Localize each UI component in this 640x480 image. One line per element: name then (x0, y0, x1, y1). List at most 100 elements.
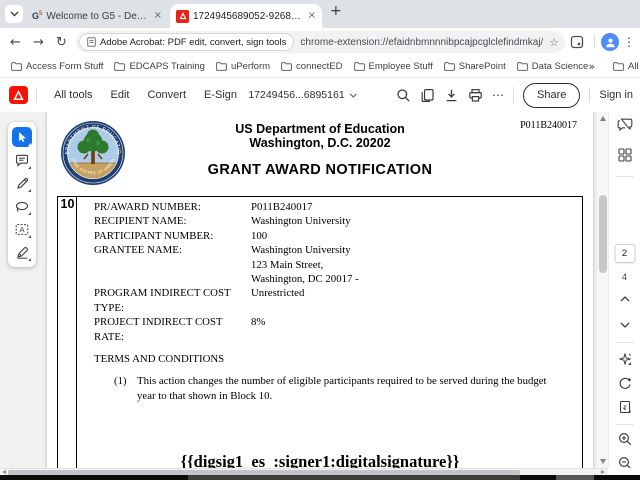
page-thumbnails-button[interactable] (617, 148, 632, 162)
person-icon (605, 38, 615, 47)
forward-button[interactable]: → (27, 35, 50, 50)
bookmarks-overflow-button[interactable]: » (588, 60, 595, 73)
bookmark-item[interactable]: SharePoint (443, 61, 506, 72)
menu-edit[interactable]: Edit (111, 89, 130, 101)
add-text-tool-button[interactable]: A (12, 219, 32, 239)
signature-pen-icon (16, 246, 28, 259)
toolbar-divider (513, 87, 514, 103)
chevron-down-icon (350, 93, 358, 98)
bookmark-item[interactable]: connectED (281, 61, 343, 72)
close-tab-icon[interactable]: × (154, 11, 162, 21)
extensions-button[interactable] (570, 35, 590, 49)
rail-divider (615, 342, 634, 343)
share-button[interactable]: Share (523, 82, 581, 108)
print-icon (469, 88, 482, 102)
pdf-page: DEPARTMENT OF EDUCATION UNITED STATES OF… (47, 112, 593, 468)
chrome-menu-button[interactable]: ⋮ (621, 35, 637, 49)
folder-icon (613, 62, 624, 71)
next-page-button[interactable] (620, 322, 630, 328)
chevron-up-icon (620, 296, 629, 302)
toolbar-divider (594, 35, 595, 49)
bookmark-item[interactable]: EDCAPS Training (114, 61, 205, 72)
zoom-out-button[interactable] (618, 456, 632, 468)
menu-all-tools[interactable]: All tools (54, 89, 93, 101)
scroll-right-arrow[interactable] (601, 470, 605, 474)
acrobat-toolbar: All tools Edit Convert E-Sign 17249456..… (0, 78, 640, 113)
scroll-down-arrow[interactable] (599, 459, 606, 464)
rotate-page-button[interactable] (618, 376, 632, 390)
download-icon (446, 89, 457, 101)
document-name: 17249456...6895161 (248, 89, 345, 101)
bookmark-star-icon[interactable]: ☆ (543, 36, 565, 49)
bookmark-item[interactable]: Data Science (516, 61, 588, 72)
field-row: PROGRAM INDIRECT COST TYPE: Unrestricted (94, 286, 574, 315)
all-bookmarks-button[interactable]: All Bookmarks (613, 61, 640, 72)
menu-convert[interactable]: Convert (148, 89, 187, 101)
field-value: 123 Main Street, (251, 258, 324, 271)
sign-in-button[interactable]: Sign in (599, 89, 633, 101)
acrobat-mark-icon (13, 89, 24, 100)
bookmark-label: SharePoint (458, 61, 506, 72)
tab-g5-welcome[interactable]: G5 Welcome to G5 - Department o × (26, 4, 168, 28)
chevron-down-icon (10, 11, 18, 17)
scroll-left-arrow[interactable] (2, 470, 6, 474)
comment-tool-button[interactable] (12, 150, 32, 170)
pdf-viewer: DEPARTMENT OF EDUCATION UNITED STATES OF… (0, 112, 640, 468)
ai-assistant-button[interactable] (618, 352, 632, 366)
horizontal-scrollbar[interactable] (0, 468, 608, 475)
tab-search-button[interactable] (5, 5, 23, 23)
taskbar-segment (188, 475, 520, 480)
pencil-icon (16, 177, 28, 189)
fill-sign-tool-button[interactable] (12, 242, 32, 262)
zoom-in-icon (618, 432, 631, 446)
draw-tool-button[interactable] (12, 196, 32, 216)
folder-icon (281, 62, 292, 71)
more-tools-button[interactable]: ⋯ (492, 88, 504, 102)
chip-label: Adobe Acrobat: PDF edit, convert, sign t… (100, 36, 287, 48)
current-page-input[interactable]: 2 (614, 244, 635, 263)
vertical-scrollbar-thumb[interactable] (599, 195, 607, 273)
tab-title: Welcome to G5 - Department o (46, 10, 150, 22)
block-10-box: 10 PR/AWARD NUMBER: P011B240017 RECIPIENT… (57, 196, 583, 468)
bookmark-label: EDCAPS Training (129, 61, 205, 72)
grid-icon (617, 148, 632, 162)
scroll-up-arrow[interactable] (599, 116, 606, 121)
rail-footer (608, 468, 640, 475)
acrobat-logo[interactable] (9, 86, 28, 104)
download-button[interactable] (444, 88, 459, 103)
new-tab-button[interactable]: + (330, 3, 342, 19)
address-bar[interactable]: Adobe Acrobat: PDF edit, convert, sign t… (76, 31, 565, 53)
document-header: US Department of Education Washington, D… (47, 122, 593, 178)
field-row: RECIPIENT NAME: Washington University (94, 214, 574, 228)
submenu-corner (627, 362, 631, 365)
terms-heading: TERMS AND CONDITIONS (94, 353, 225, 366)
document-name-dropdown[interactable]: 17249456...6895161 (248, 89, 358, 101)
comments-panel-button[interactable] (617, 118, 633, 132)
page-display-button[interactable] (618, 400, 631, 414)
organize-pages-button[interactable] (420, 88, 435, 103)
field-label: PROGRAM INDIRECT COST TYPE: (94, 287, 231, 314)
menu-esign[interactable]: E-Sign (204, 89, 237, 101)
print-button[interactable] (468, 88, 483, 103)
extension-chip[interactable]: Adobe Acrobat: PDF edit, convert, sign t… (79, 33, 295, 51)
text-box-icon: A (15, 223, 29, 235)
reload-button[interactable]: ↻ (50, 35, 73, 50)
zoom-in-button[interactable] (618, 432, 632, 446)
tab-pdf-active[interactable]: 1724945689052-926895161.pdf × (170, 4, 322, 28)
back-button[interactable]: ← (4, 35, 27, 50)
bookmark-item[interactable]: uPerform (216, 61, 270, 72)
field-value: Washington, DC 20017 - (251, 273, 359, 286)
bookmark-item[interactable]: Access Form Stuff (11, 61, 103, 72)
folder-icon (114, 62, 126, 71)
search-button[interactable] (396, 88, 411, 103)
highlight-tool-button[interactable] (12, 173, 32, 193)
bookmarks-bar: Access Form Stuff EDCAPS Training uPerfo… (0, 56, 640, 78)
bookmark-item[interactable]: Employee Stuff (353, 61, 433, 72)
g5-favicon: G5 (32, 11, 43, 21)
terms-item-text: This action changes the number of eligib… (137, 375, 547, 402)
previous-page-button[interactable] (620, 296, 630, 302)
profile-avatar[interactable] (601, 33, 619, 51)
field-value: Washington University (251, 244, 351, 257)
select-tool-button[interactable] (12, 127, 32, 147)
close-tab-icon[interactable]: × (308, 11, 316, 21)
